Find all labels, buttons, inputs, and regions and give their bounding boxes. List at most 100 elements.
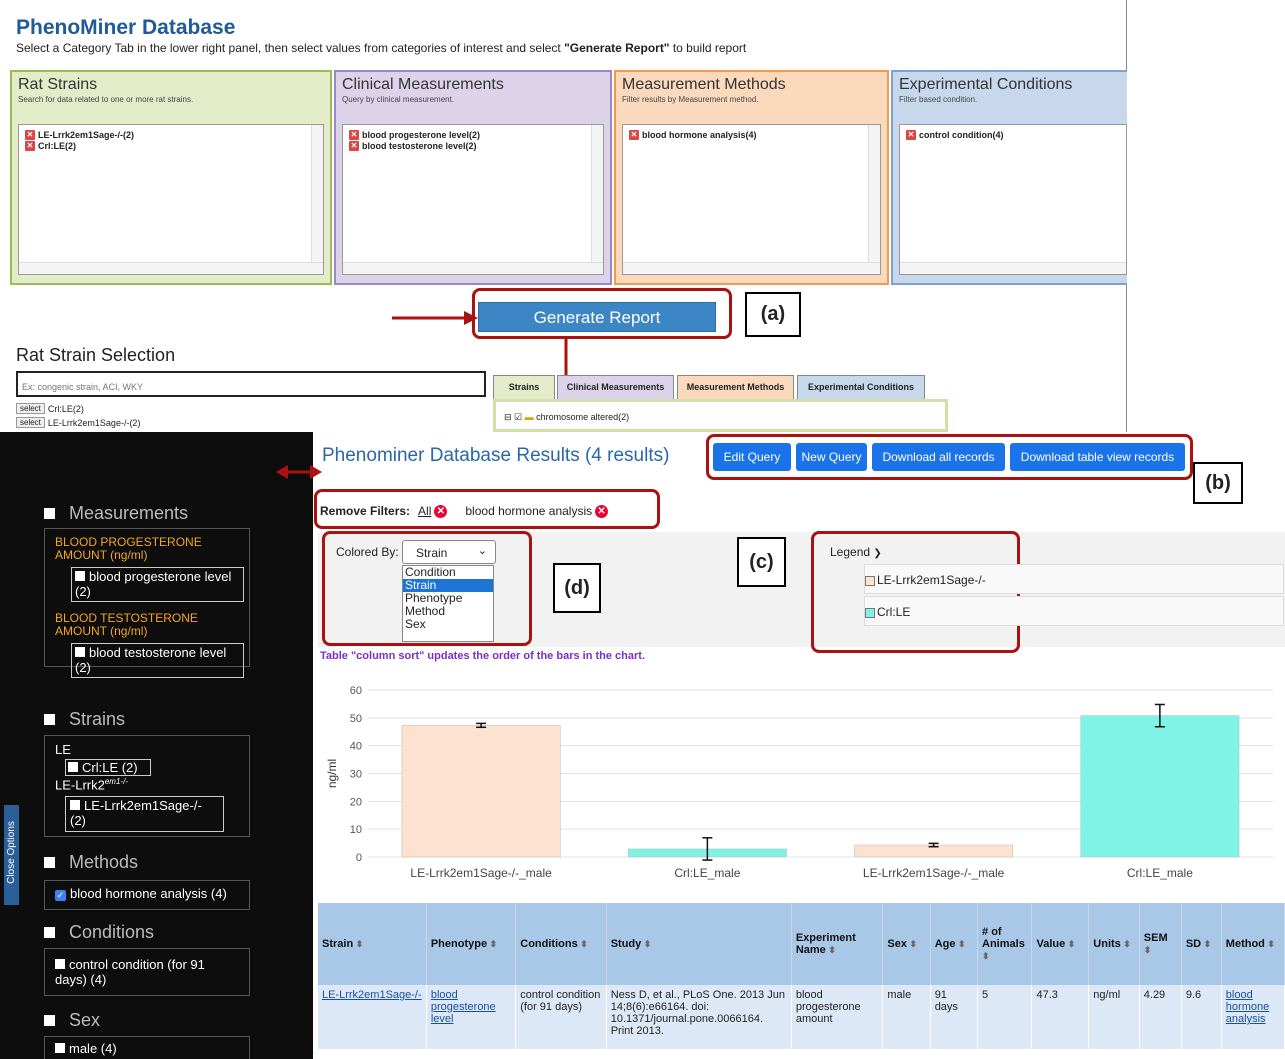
sex-item[interactable]: male (4) <box>55 1041 117 1056</box>
test-item[interactable]: blood testosterone level (2) <box>71 643 244 678</box>
column-header[interactable]: Phenotype ⬍ <box>426 903 517 985</box>
column-header[interactable]: Age ⬍ <box>930 903 979 985</box>
edit-query-button[interactable]: Edit Query <box>713 443 791 471</box>
close-options-tab[interactable]: Close Options <box>4 805 19 905</box>
sort-icon[interactable]: ⬍ <box>955 939 966 949</box>
sort-icon[interactable]: ⬍ <box>487 939 498 949</box>
cell-link[interactable]: blood progesterone level <box>431 989 496 1025</box>
remove-icon[interactable]: ✕ <box>349 141 359 151</box>
sort-icon[interactable]: ⬍ <box>982 951 990 961</box>
column-header[interactable]: Units ⬍ <box>1088 903 1140 985</box>
remove-icon[interactable]: ✕ <box>906 130 916 140</box>
tree-item[interactable]: ⊟ ☑ ▬ chromosome altered(2) <box>504 412 945 423</box>
strain-search-input[interactable] <box>16 371 486 397</box>
column-header[interactable]: # of Animals ⬍ <box>977 903 1033 985</box>
generate-report-button[interactable]: Generate Report <box>478 302 716 332</box>
checkbox[interactable] <box>44 1015 55 1026</box>
remove-icon[interactable]: ✕ <box>349 130 359 140</box>
sort-icon[interactable]: ⬍ <box>578 939 588 949</box>
remove-icon[interactable]: ✕ <box>629 130 639 140</box>
strain-item-lrrk2[interactable]: LE-Lrrk2em1Sage-/- (2) <box>65 796 224 832</box>
cell-link[interactable]: LE-Lrrk2em1Sage-/- <box>322 989 422 1001</box>
sort-icon[interactable]: ⬍ <box>826 945 836 955</box>
table-cell[interactable]: blood progesterone level <box>426 985 517 1049</box>
strains-header[interactable]: Strains <box>44 709 125 730</box>
conditions-header[interactable]: Conditions <box>44 922 154 943</box>
horizontal-scrollbar[interactable] <box>343 262 603 274</box>
condition-item[interactable]: control condition (for 91 days) (4) <box>55 957 240 987</box>
column-header[interactable]: SEM ⬍ <box>1139 903 1182 985</box>
sort-icon[interactable]: ⬍ <box>641 939 652 949</box>
colored-by-select[interactable]: Strain ⌄ <box>402 540 496 564</box>
panel-item[interactable]: ✕ control condition(4) <box>906 130 1126 140</box>
checkbox[interactable] <box>70 800 80 810</box>
tab-strains[interactable]: Strains <box>493 375 555 399</box>
column-header[interactable]: Experiment Name ⬍ <box>791 903 884 985</box>
horizontal-scrollbar[interactable] <box>623 262 880 274</box>
select-button[interactable]: select <box>16 403 45 414</box>
remove-icon[interactable]: ✕ <box>25 141 35 151</box>
dropdown-option[interactable]: Sex <box>403 618 493 631</box>
checkbox[interactable] <box>68 762 78 772</box>
download-table-view-button[interactable]: Download table view records <box>1010 443 1185 471</box>
sort-icon[interactable]: ⬍ <box>1121 939 1131 949</box>
prog-item[interactable]: blood progesterone level (2) <box>71 567 244 602</box>
panel-item[interactable]: ✕ blood hormone analysis(4) <box>629 130 880 140</box>
method-item[interactable]: ✓ blood hormone analysis (4) <box>55 886 227 901</box>
panel-item[interactable]: ✕ blood progesterone level(2) <box>349 130 603 140</box>
checkbox[interactable] <box>44 714 55 725</box>
panel-item[interactable]: ✕ LE-Lrrk2em1Sage-/-(2) <box>25 130 323 140</box>
column-header[interactable]: SD ⬍ <box>1181 903 1222 985</box>
vertical-scrollbar[interactable] <box>591 125 603 262</box>
checkbox[interactable] <box>44 508 55 519</box>
table-cell[interactable]: blood hormone analysis <box>1221 985 1285 1049</box>
prog-heading: BLOOD PROGESTERONE AMOUNT (ng/ml) <box>55 535 202 562</box>
horizontal-scrollbar[interactable] <box>900 262 1126 274</box>
select-button[interactable]: select <box>16 417 45 428</box>
column-header[interactable]: Sex ⬍ <box>882 903 931 985</box>
sex-header[interactable]: Sex <box>44 1010 100 1031</box>
checkbox[interactable] <box>75 647 85 657</box>
checkbox[interactable] <box>55 959 65 969</box>
tab-experimental-conditions[interactable]: Experimental Conditions <box>797 375 925 399</box>
checkbox[interactable] <box>75 571 85 581</box>
remove-circle-icon[interactable]: ✕ <box>595 504 609 518</box>
cell-link[interactable]: blood hormone analysis <box>1226 989 1269 1025</box>
methods-header[interactable]: Methods <box>44 852 138 873</box>
column-header[interactable]: Conditions ⬍ <box>515 903 607 985</box>
tab-clinical-measurements[interactable]: Clinical Measurements <box>557 375 674 399</box>
column-header[interactable]: Method ⬍ <box>1221 903 1285 985</box>
vertical-scrollbar[interactable] <box>868 125 880 262</box>
column-header[interactable]: Strain ⬍ <box>318 903 427 985</box>
sort-icon[interactable]: ⬍ <box>907 939 917 949</box>
column-header[interactable]: Study ⬍ <box>606 903 792 985</box>
measurements-header[interactable]: Measurements <box>44 503 188 524</box>
new-query-button[interactable]: New Query <box>796 443 867 471</box>
sort-icon[interactable]: ⬍ <box>353 939 364 949</box>
legend-toggle[interactable]: Legend ❯ <box>830 545 882 559</box>
panel-item[interactable]: ✕ Crl:LE(2) <box>25 141 323 151</box>
sort-icon[interactable]: ⬍ <box>1065 939 1076 949</box>
filter-all-link[interactable]: All <box>418 504 431 518</box>
tab-measurement-methods[interactable]: Measurement Methods <box>677 375 794 399</box>
strain-item-crl-le[interactable]: Crl:LE (2) <box>65 759 151 776</box>
table-cell[interactable]: LE-Lrrk2em1Sage-/- <box>318 985 427 1049</box>
sort-icon[interactable]: ⬍ <box>1265 939 1275 949</box>
checkbox[interactable] <box>55 1043 65 1053</box>
panel-listbox[interactable]: ✕ blood hormone analysis(4) <box>622 124 881 275</box>
checkbox[interactable] <box>44 857 55 868</box>
remove-icon[interactable]: ✕ <box>25 130 35 140</box>
horizontal-scrollbar[interactable] <box>19 262 323 274</box>
vertical-scrollbar[interactable] <box>311 125 323 262</box>
download-all-button[interactable]: Download all records <box>872 443 1005 471</box>
checked-checkbox[interactable]: ✓ <box>55 890 66 901</box>
sort-icon[interactable]: ⬍ <box>1144 945 1152 955</box>
panel-listbox[interactable]: ✕ blood progesterone level(2) ✕ blood test… <box>342 124 604 275</box>
panel-listbox[interactable]: ✕ LE-Lrrk2em1Sage-/-(2) ✕ Crl:LE(2) <box>18 124 324 275</box>
panel-item[interactable]: ✕ blood testosterone level(2) <box>349 141 603 151</box>
remove-circle-icon[interactable]: ✕ <box>434 504 448 518</box>
panel-listbox[interactable]: ✕ control condition(4) <box>899 124 1127 275</box>
sort-icon[interactable]: ⬍ <box>1201 939 1212 949</box>
column-header[interactable]: Value ⬍ <box>1031 903 1090 985</box>
checkbox[interactable] <box>44 927 55 938</box>
